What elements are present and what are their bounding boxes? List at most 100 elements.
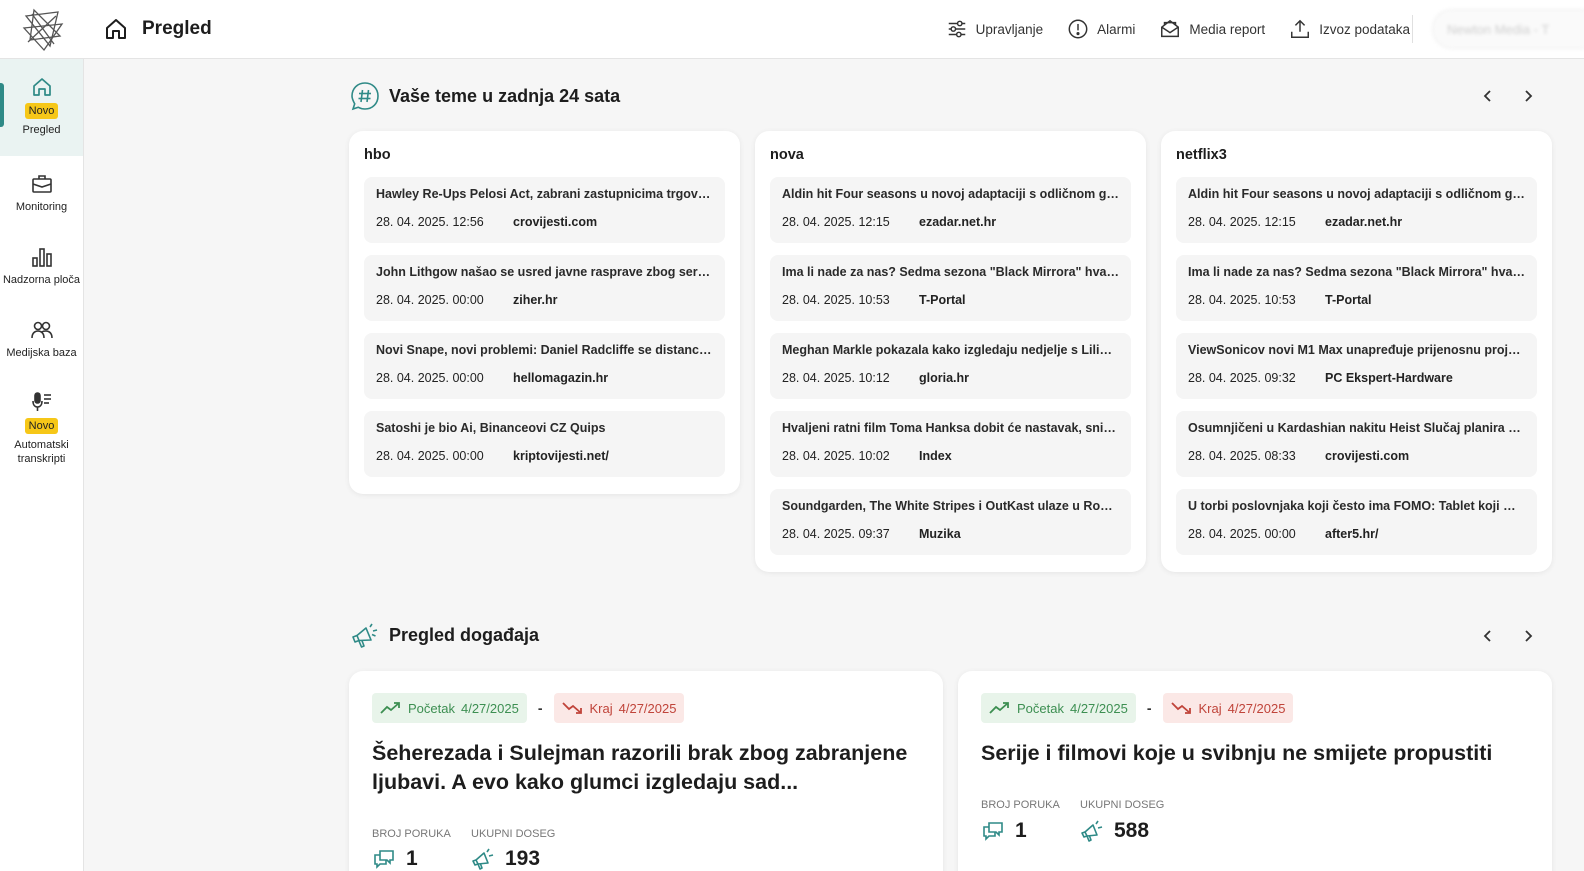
article-date: 28. 04. 2025. 10:53 <box>782 293 890 307</box>
article-source: kriptovijesti.net/ <box>513 449 609 463</box>
article-headline: Satoshi je bio Ai, Binanceovi CZ Quips <box>376 421 606 435</box>
event-dates: Početak 4/27/2025 - Kraj 4/27/2025 <box>981 693 1294 723</box>
sidebar-item-monitoring[interactable]: Monitoring <box>0 172 83 214</box>
top-bar: Pregled Upravljanje Alarmi Media report … <box>0 0 1584 59</box>
article-source: after5.hr/ <box>1325 527 1379 541</box>
total-reach-label: UKUPNI DOSEG <box>1080 799 1165 811</box>
sidebar-item-pregled[interactable]: Novo Pregled <box>0 59 83 156</box>
trend-down-icon <box>561 702 582 714</box>
page-title-text: Pregled <box>142 18 212 39</box>
chevron-left-icon <box>1483 630 1491 642</box>
article-item[interactable]: Osumnjičeni u Kardashian nakitu Heist Sl… <box>1176 411 1537 477</box>
chevron-left-icon <box>1483 90 1491 102</box>
media-report-label: Media report <box>1189 21 1266 37</box>
header-divider <box>1412 15 1413 43</box>
envelope-icon <box>1161 19 1180 38</box>
article-item[interactable]: John Lithgow našao se usred javne raspra… <box>364 255 725 321</box>
topic-name: hbo <box>364 147 391 163</box>
organization-select[interactable]: Newton Media - T <box>1432 9 1584 49</box>
article-source: hellomagazin.hr <box>513 371 609 385</box>
article-date: 28. 04. 2025. 10:12 <box>782 371 890 385</box>
media-report-button[interactable]: Media report <box>1159 18 1265 40</box>
megaphone-icon <box>352 623 378 648</box>
alarms-button[interactable]: Alarmi <box>1067 18 1135 40</box>
sidebar-item-label: Nadzorna ploča <box>2 274 81 286</box>
home-icon <box>106 19 126 39</box>
article-item[interactable]: Satoshi je bio Ai, Binanceovi CZ Quips 2… <box>364 411 725 477</box>
article-headline: Hvaljeni ratni film Toma Hanksa dobit će… <box>782 421 1119 435</box>
article-headline: Soundgarden, The White Stripes i OutKast… <box>782 499 1119 513</box>
article-source: crovijesti.com <box>1325 449 1410 463</box>
prev-page-button[interactable] <box>1479 627 1497 645</box>
article-item[interactable]: Ima li nade za nas? Sedma sezona "Black … <box>770 255 1131 321</box>
article-source: gloria.hr <box>919 371 970 385</box>
article-source: ziher.hr <box>513 293 558 307</box>
next-page-button[interactable] <box>1519 87 1537 105</box>
article-headline: U torbi poslovnjaka koji često ima FOMO:… <box>1188 499 1525 513</box>
article-headline: Aldin hit Four seasons u novoj adaptacij… <box>782 187 1119 201</box>
megaphone-icon <box>1081 820 1103 842</box>
new-badge: Novo <box>24 418 59 434</box>
article-headline: ViewSonicov novi M1 Max unapređuje prije… <box>1188 343 1525 357</box>
management-button[interactable]: Upravljanje <box>946 18 1043 40</box>
article-item[interactable]: Hawley Re-Ups Pelosi Act, zabrani zastup… <box>364 177 725 243</box>
end-date: 4/27/2025 <box>1227 700 1286 716</box>
article-source: T-Portal <box>1325 293 1372 307</box>
article-headline: Ima li nade za nas? Sedma sezona "Black … <box>782 265 1119 279</box>
messages-count-value: 1 <box>1015 819 1027 842</box>
article-item[interactable]: Novi Snape, novi problemi: Daniel Radcli… <box>364 333 725 399</box>
events-title-text: Pregled događaja <box>389 624 540 645</box>
export-data-button[interactable]: Izvoz podataka <box>1289 18 1410 40</box>
end-date: 4/27/2025 <box>618 700 677 716</box>
chevron-right-icon <box>1525 630 1533 642</box>
article-item[interactable]: Soundgarden, The White Stripes i OutKast… <box>770 489 1131 555</box>
logo-icon[interactable] <box>20 6 66 52</box>
article-item[interactable]: Aldin hit Four seasons u novoj adaptacij… <box>1176 177 1537 243</box>
next-page-button[interactable] <box>1519 627 1537 645</box>
event-card[interactable]: Početak 4/27/2025 - Kraj 4/27/2025 Serij… <box>958 671 1552 871</box>
home-icon <box>32 78 51 96</box>
prev-page-button[interactable] <box>1479 87 1497 105</box>
topics-pager <box>1479 87 1537 105</box>
article-item[interactable]: ViewSonicov novi M1 Max unapređuje prije… <box>1176 333 1537 399</box>
topics-title-text: Vaše teme u zadnja 24 sata <box>389 85 621 106</box>
sidebar-item-medijska-baza[interactable]: Medijska baza <box>0 318 83 360</box>
article-date: 28. 04. 2025. 00:00 <box>376 293 484 307</box>
topic-name: netflix3 <box>1176 147 1227 163</box>
alarms-label: Alarmi <box>1097 21 1136 37</box>
event-title: Serije i filmovi koje u svibnju ne smije… <box>981 741 1493 765</box>
sidebar-item-automatski-transkripti[interactable]: Novo Automatski transkripti <box>0 390 83 467</box>
messages-count-label: BROJ PORUKA <box>981 799 1060 811</box>
article-headline: John Lithgow našao se usred javne raspra… <box>376 265 713 279</box>
event-card[interactable]: Početak 4/27/2025 - Kraj 4/27/2025 Šeher… <box>349 671 943 871</box>
article-date: 28. 04. 2025. 00:00 <box>1188 527 1296 541</box>
total-reach-value: 193 <box>505 847 541 870</box>
messages-count-value: 1 <box>406 847 418 870</box>
users-icon <box>30 321 53 339</box>
total-reach-label: UKUPNI DOSEG <box>471 828 556 840</box>
start-label: Početak <box>1017 700 1064 716</box>
sliders-icon <box>948 20 965 38</box>
sidebar: Novo Pregled Monitoring Nadzorna ploča M… <box>0 59 84 871</box>
topics-section-title: Vaše teme u zadnja 24 sata <box>350 81 620 111</box>
topic-card-hbo: hbo Hawley Re-Ups Pelosi Act, zabrani za… <box>349 131 740 494</box>
chat-bubbles-icon <box>983 822 1003 841</box>
article-item[interactable]: Meghan Markle pokazala kako izgledaju ne… <box>770 333 1131 399</box>
article-item[interactable]: U torbi poslovnjaka koji često ima FOMO:… <box>1176 489 1537 555</box>
sidebar-item-nadzorna-ploca[interactable]: Nadzorna ploča <box>0 245 83 287</box>
article-headline: Osumnjičeni u Kardashian nakitu Heist Sl… <box>1188 421 1525 435</box>
article-source: T-Portal <box>919 293 966 307</box>
chat-bubbles-icon <box>374 850 394 869</box>
article-item[interactable]: Ima li nade za nas? Sedma sezona "Black … <box>1176 255 1537 321</box>
new-badge: Novo <box>24 103 59 119</box>
article-source: Index <box>919 449 952 463</box>
events-pager <box>1479 627 1537 645</box>
article-headline: Aldin hit Four seasons u novoj adaptacij… <box>1188 187 1525 201</box>
header-actions: Upravljanje Alarmi Media report Izvoz po… <box>946 14 1410 44</box>
article-item[interactable]: Hvaljeni ratni film Toma Hanksa dobit će… <box>770 411 1131 477</box>
date-separator: - <box>537 700 543 716</box>
article-headline: Hawley Re-Ups Pelosi Act, zabrani zastup… <box>376 187 713 201</box>
article-item[interactable]: Aldin hit Four seasons u novoj adaptacij… <box>770 177 1131 243</box>
article-date: 28. 04. 2025. 09:32 <box>1188 371 1296 385</box>
article-headline: Novi Snape, novi problemi: Daniel Radcli… <box>376 343 713 357</box>
